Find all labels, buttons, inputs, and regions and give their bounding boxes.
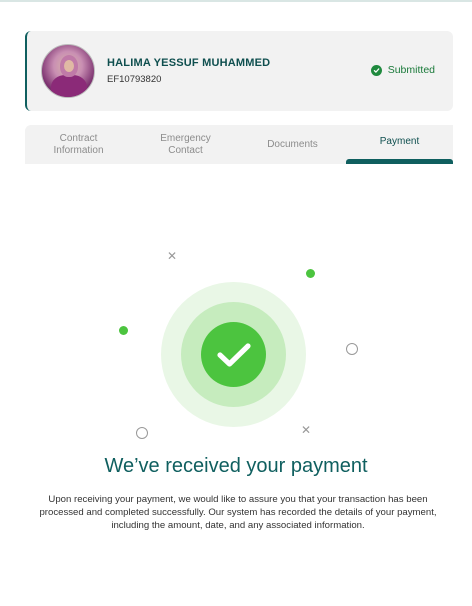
tab-documents[interactable]: Documents — [239, 125, 346, 164]
sparkle-ring — [136, 427, 148, 439]
sparkle-ring — [346, 343, 358, 355]
sparkle-dot — [119, 326, 128, 335]
sparkle-dot — [306, 269, 315, 278]
checkmark-icon — [216, 342, 251, 367]
sparkle-cross-icon: ✕ — [301, 423, 312, 437]
success-illustration: ✕ ✕ — [0, 240, 472, 450]
tab-label: Emergency Contact — [160, 132, 211, 156]
tab-bar: Contract Information Emergency Contact D… — [25, 125, 453, 164]
check-circle-icon — [370, 64, 382, 76]
confirmation-body: Upon receiving your payment, we would li… — [39, 494, 437, 531]
status-badge: Submitted — [370, 64, 435, 76]
avatar — [41, 44, 95, 98]
profile-code: EF10793820 — [107, 74, 162, 85]
profile-name: HALIMA YESSUF MUHAMMED — [107, 57, 271, 69]
tab-label: Payment — [379, 135, 420, 147]
top-divider — [0, 0, 472, 2]
sparkle-cross-icon: ✕ — [167, 249, 178, 263]
tab-payment[interactable]: Payment — [346, 125, 453, 164]
status-label: Submitted — [387, 64, 435, 76]
tab-emergency-contact[interactable]: Emergency Contact — [132, 125, 239, 164]
tab-contract-information[interactable]: Contract Information — [25, 125, 132, 164]
tab-label: Documents — [267, 138, 318, 150]
profile-card: HALIMA YESSUF MUHAMMED EF10793820 Submit… — [25, 31, 453, 111]
confirmation-headline: We’ve received your payment — [104, 455, 368, 477]
checkmark-badge — [201, 322, 266, 387]
tab-label: Contract Information — [53, 132, 104, 156]
